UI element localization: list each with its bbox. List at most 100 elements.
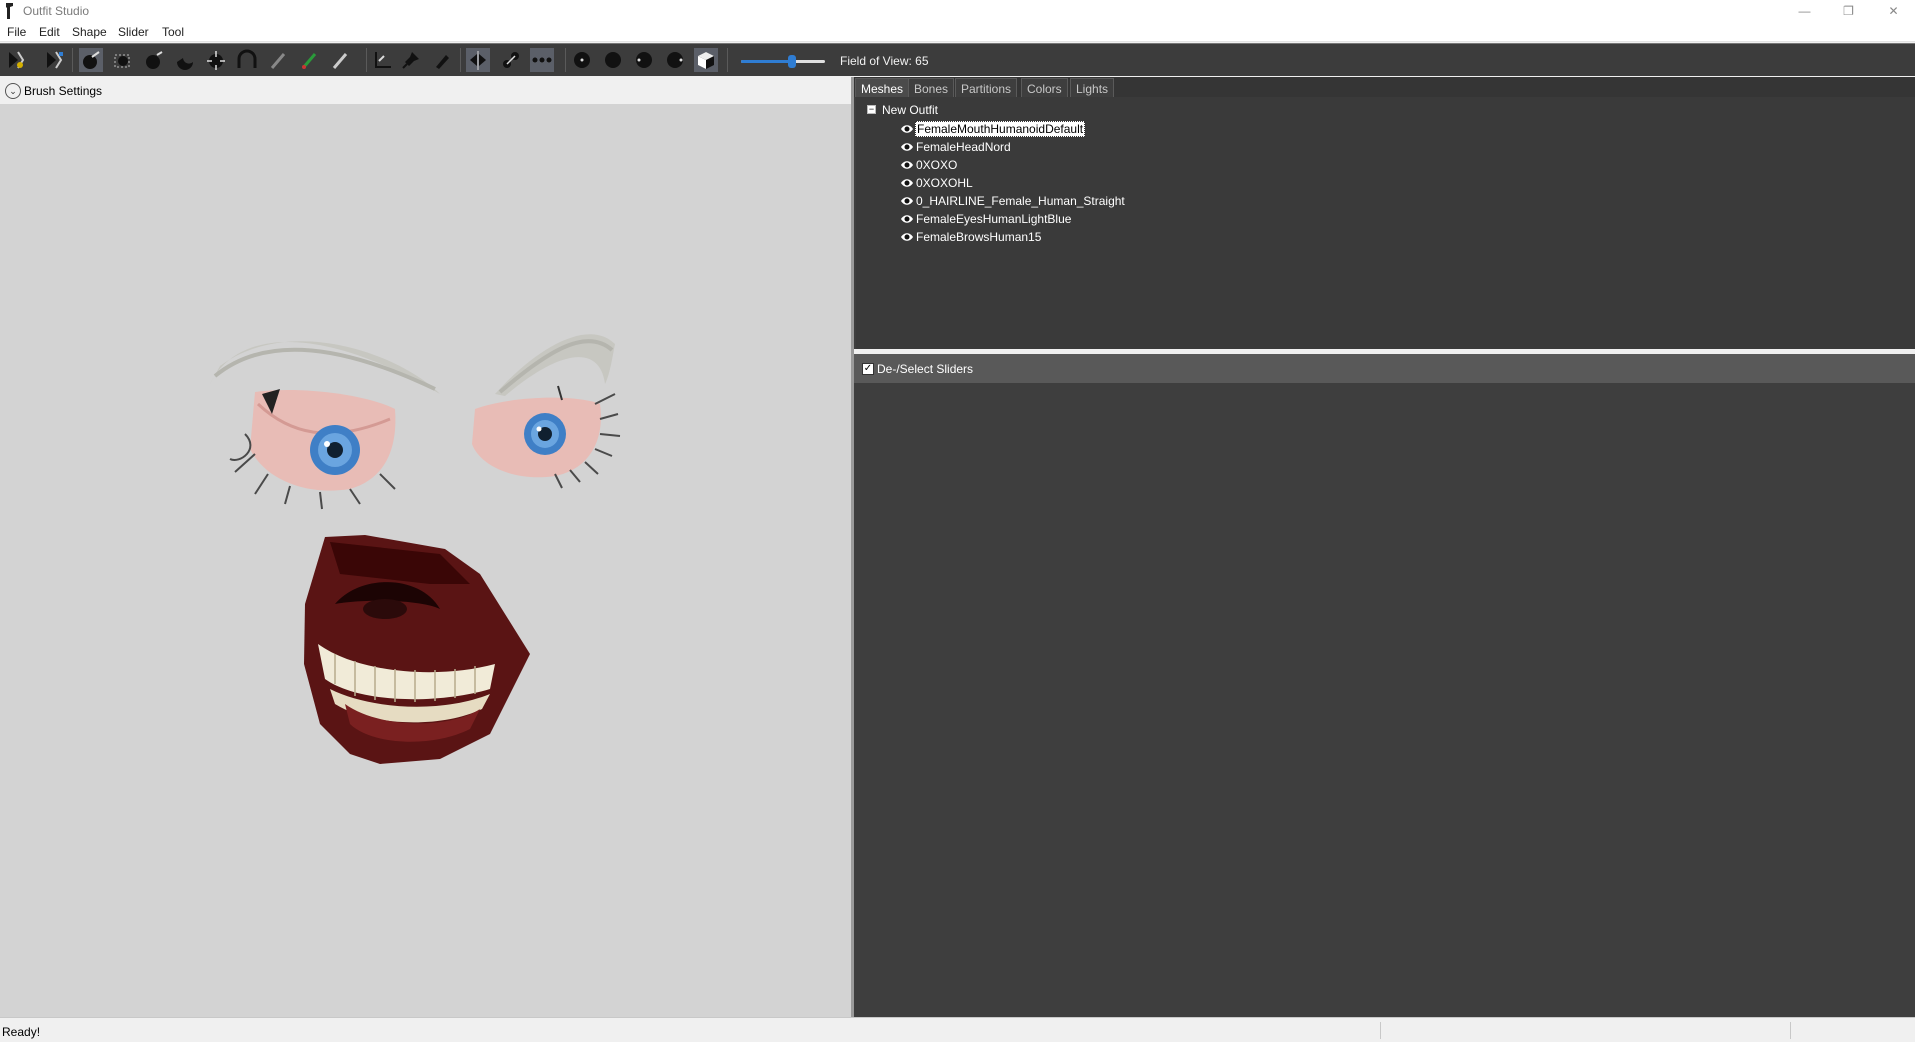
brush-settings-header[interactable]: ⌄ Brush Settings [0,77,851,104]
mesh-label[interactable]: FemaleEyesHumanLightBlue [915,212,1072,226]
alpha-brush-button[interactable] [328,48,352,72]
eye-icon[interactable] [900,213,914,225]
status-bar: Ready! [0,1017,1915,1042]
brush-deflate-icon [146,51,163,69]
brush-weight-icon [270,53,286,69]
pivot-tool-button[interactable] [370,48,394,72]
menu-tool[interactable]: Tool [162,25,184,39]
brush-size-strength-icon [636,52,652,68]
panel-tabs: Meshes Bones Partitions Colors Lights [854,77,1915,97]
select-sliders-label[interactable]: De-/Select Sliders [877,362,973,376]
smooth-brush-button[interactable] [204,48,228,72]
brush-size-small-icon [574,52,590,68]
maximize-button[interactable]: ❐ [1826,0,1871,22]
vertex-dots-button[interactable] [530,48,554,72]
transform-tool-icon [47,51,63,69]
brush-size-medium-icon [605,52,621,68]
slider-list[interactable] [854,383,1915,1017]
tree-root-label[interactable]: New Outfit [882,103,938,117]
collapse-toggle[interactable]: − [867,105,876,114]
color-brush-button[interactable] [297,48,321,72]
mesh-label[interactable]: FemaleMouthHumanoidDefault [915,121,1086,137]
mesh-label[interactable]: FemaleBrowsHuman15 [915,230,1042,244]
brush-size-large-icon [667,52,683,68]
outfit-studio-window: Outfit Studio — ❐ ✕ File Edit Shape Slid… [0,0,1915,1042]
mesh-label[interactable]: FemaleHeadNord [915,140,1012,154]
mirror-x-button[interactable] [466,48,490,72]
slider-header: ✓ De-/Select Sliders [854,354,1915,383]
undiff-brush-button[interactable] [235,48,259,72]
title-bar: Outfit Studio — ❐ ✕ [0,0,1915,22]
tab-lights[interactable]: Lights [1070,78,1115,97]
brush-settings-label: Brush Settings [24,84,103,98]
mesh-tree: − New Outfit FemaleMouthHumanoidDefault … [856,97,1915,349]
status-text: Ready! [2,1025,41,1039]
connected-only-button[interactable] [499,48,523,72]
vertex-dots-icon [532,57,552,63]
pin-tool-icon [402,52,419,69]
eye-icon[interactable] [900,195,914,207]
connected-only-icon [503,52,519,68]
toolbar-separator [366,48,367,72]
view-cube-icon [698,52,714,69]
eye-icon[interactable] [900,159,914,171]
field-of-view-thumb[interactable] [788,55,796,68]
mask-brush-button[interactable] [111,48,135,72]
status-divider [1380,1022,1381,1039]
field-of-view-fill [741,60,792,63]
tab-meshes[interactable]: Meshes [855,78,910,97]
brush-strength-button[interactable] [632,48,656,72]
brush-undiff-icon [237,49,257,68]
field-of-view-slider[interactable] [741,55,825,68]
brush-size-large-button[interactable] [663,48,687,72]
mesh-label[interactable]: 0XOXO [915,158,958,172]
inflate-brush-button[interactable] [79,48,103,72]
vertex-edit-icon [436,55,449,69]
pin-tool-button[interactable] [399,48,423,72]
menu-shape[interactable]: Shape [72,25,107,39]
close-button[interactable]: ✕ [1871,0,1915,22]
menu-edit[interactable]: Edit [39,25,60,39]
eye-icon[interactable] [900,141,914,153]
mirror-x-icon [470,51,486,70]
right-panel: Meshes Bones Partitions Colors Lights − … [854,77,1915,1017]
brush-smooth-icon [207,51,225,70]
toolbar-separator [72,48,73,72]
menu-slider[interactable]: Slider [118,25,149,39]
weight-brush-button[interactable] [266,48,290,72]
eye-icon[interactable] [900,231,914,243]
mesh-label[interactable]: 0_HAIRLINE_Female_Human_Straight [915,194,1126,208]
toolbar-separator [565,48,566,72]
menu-file[interactable]: File [7,25,26,39]
3d-render-canvas[interactable] [0,104,851,1017]
brush-inflate-icon [83,51,100,69]
deflate-brush-button[interactable] [142,48,166,72]
tab-partitions[interactable]: Partitions [955,78,1018,97]
eye-icon[interactable] [900,123,914,135]
app-logo-icon [6,3,13,19]
pivot-tool-icon [375,52,391,68]
mesh-label[interactable]: 0XOXOHL [915,176,974,190]
select-sliders-checkbox[interactable]: ✓ [862,363,874,375]
tab-bones[interactable]: Bones [908,78,955,97]
brush-size-small-button[interactable] [570,48,594,72]
menu-bar: File Edit Shape Slider Tool [0,22,1915,42]
select-tool-button[interactable] [4,48,28,72]
toolbar-separator [727,48,728,72]
transform-tool-button[interactable] [42,48,66,72]
brush-size-medium-button[interactable] [601,48,625,72]
move-brush-button[interactable] [173,48,197,72]
3d-viewport[interactable] [0,104,851,1017]
chevron-down-icon[interactable]: ⌄ [5,83,21,99]
left-eyebrow [210,341,440,394]
brush-color-icon [301,53,317,69]
window-title: Outfit Studio [23,4,90,18]
minimize-button[interactable]: — [1782,0,1827,22]
vertex-edit-button[interactable] [430,48,454,72]
tab-colors[interactable]: Colors [1021,78,1068,97]
view-cube-button[interactable] [694,48,718,72]
eye-icon[interactable] [900,177,914,189]
toolbar-separator [460,48,461,72]
field-of-view-label: Field of View: 65 [840,54,929,68]
brush-move-icon [177,58,193,70]
